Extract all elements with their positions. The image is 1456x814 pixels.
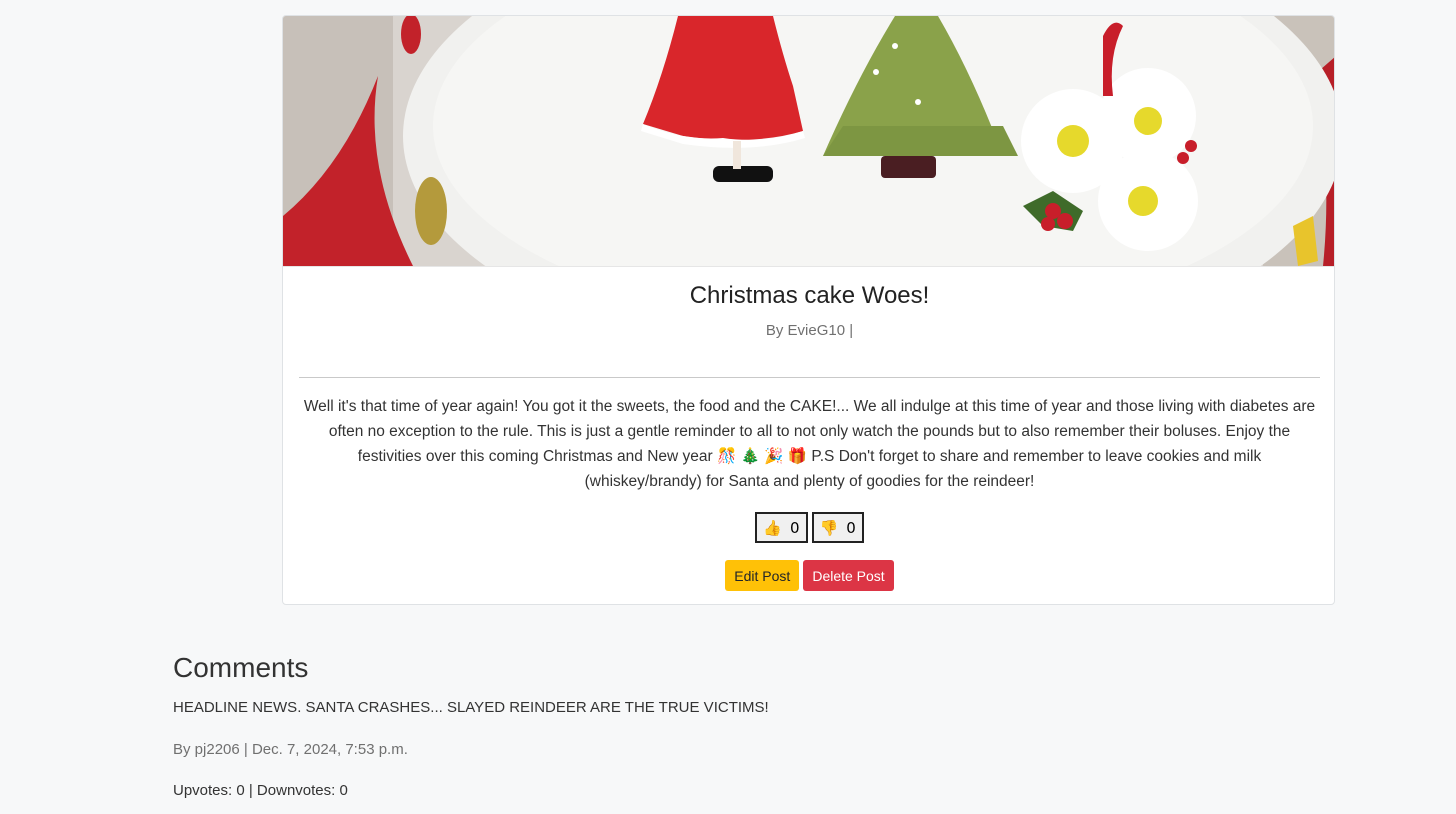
post-author: By EvieG10 | — [765, 322, 854, 339]
comment-meta: By pj2206 | Dec. 7, 2024, 7:53 p.m. — [173, 741, 408, 758]
divider — [299, 377, 1320, 378]
delete-post-button[interactable]: Delete Post — [803, 560, 894, 591]
post-body: Well it's that time of year again! You g… — [303, 398, 1316, 490]
comments-heading: Comments — [173, 652, 309, 683]
upvote-button[interactable]: 👍 0 — [755, 512, 808, 543]
comment-votes: Upvotes: 0 | Downvotes: 0 — [173, 782, 348, 799]
downvote-button[interactable]: 👎 0 — [811, 512, 864, 543]
upvote-count: 0 — [789, 518, 800, 537]
post-actions: Edit Post Delete Post — [283, 560, 1334, 591]
downvote-count: 0 — [846, 518, 856, 537]
vote-controls: 👍 0 👎 0 — [283, 512, 1334, 543]
thumbs-up-icon: 👍 — [763, 518, 782, 537]
edit-post-button[interactable]: Edit Post — [725, 560, 800, 591]
thumbs-down-icon: 👎 — [819, 518, 839, 537]
post-card: Christmas cake Woes! By EvieG10 | Well i… — [282, 15, 1335, 605]
post-title: Christmas cake Woes! — [689, 282, 930, 309]
comment-text: HEADLINE NEWS. SANTA CRASHES... SLAYED R… — [173, 699, 769, 716]
post-image — [283, 16, 1334, 267]
